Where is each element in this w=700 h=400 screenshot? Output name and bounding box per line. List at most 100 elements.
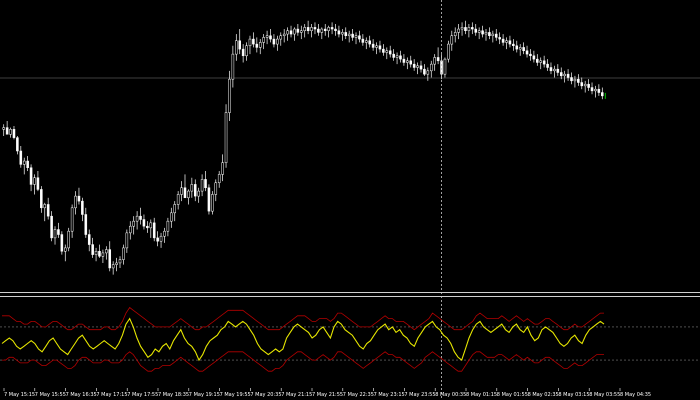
candle-body — [553, 68, 556, 72]
candle-body — [344, 32, 348, 36]
candle-body — [443, 58, 447, 75]
candle-body — [368, 40, 371, 45]
candle-body — [152, 222, 156, 239]
candle-body — [460, 27, 464, 30]
candle-body — [501, 38, 505, 43]
candle-body — [91, 244, 94, 255]
candle-body — [392, 53, 395, 58]
candle-body — [570, 77, 573, 82]
candle-body — [108, 249, 112, 269]
candle-body — [94, 250, 98, 255]
candle-body — [505, 40, 508, 43]
time-axis-label: 7 May 20:35 — [250, 392, 281, 398]
candle-body — [453, 32, 457, 36]
candle-body — [481, 30, 484, 35]
candle-body — [46, 204, 50, 217]
candle-body — [258, 42, 262, 48]
candle-body — [522, 47, 525, 52]
candle-body — [494, 33, 498, 38]
candle-body — [139, 215, 142, 220]
candle-body — [289, 30, 293, 35]
candle-body — [193, 184, 197, 197]
candle-body — [323, 28, 327, 31]
candle-body — [556, 68, 560, 73]
candle-body — [231, 53, 235, 80]
chart-canvas[interactable]: 7 May 15:15 7 May 15:55 7 May 16:35 7 May 1… — [0, 0, 700, 400]
trading-chart[interactable]: 7 May 15:15 7 May 15:55 7 May 16:35 7 May 1… — [0, 0, 700, 400]
candle-body — [464, 27, 467, 31]
candle-body — [457, 28, 460, 33]
candle-body — [601, 92, 604, 97]
candle-body — [43, 204, 47, 209]
candle-body — [587, 83, 590, 88]
candle-body — [296, 28, 300, 33]
candle-body — [245, 45, 248, 57]
chart-background — [0, 0, 700, 400]
candle-body — [488, 32, 491, 36]
candle-body — [166, 220, 170, 232]
candle-body — [583, 83, 587, 87]
time-axis-label: 8 May 01:55 — [497, 392, 528, 398]
candle-body — [406, 60, 409, 63]
candle-body — [512, 43, 515, 47]
time-axis-label: 7 May 23:55 — [404, 392, 435, 398]
time-axis-label: 7 May 16:35 — [66, 392, 97, 398]
candle-body — [385, 50, 389, 53]
candle-body — [235, 40, 238, 55]
time-axis-label: 7 May 17:15 — [96, 392, 127, 398]
time-axis-label: 7 May 15:15 — [4, 392, 35, 398]
candle-body — [498, 37, 501, 40]
candle-body — [146, 225, 149, 229]
candle-body — [484, 32, 488, 35]
candle-body — [477, 30, 481, 33]
candle-body — [170, 212, 173, 222]
candle-body — [122, 247, 125, 260]
candle-body — [9, 129, 12, 135]
candle-body — [436, 57, 440, 62]
candle-body — [536, 58, 539, 63]
candle-body — [16, 137, 19, 152]
candle-body — [118, 259, 122, 264]
candle-body — [546, 63, 549, 68]
candle-body — [416, 65, 419, 68]
time-axis-label: 8 May 02:35 — [528, 392, 559, 398]
candle-body — [341, 32, 344, 35]
candle-body — [529, 53, 532, 57]
candle-body — [262, 37, 265, 43]
time-axis-label: 7 May 21:15 — [281, 392, 312, 398]
time-axis-label: 8 May 01:15 — [466, 392, 497, 398]
candle-body — [87, 234, 91, 245]
candle-body — [132, 220, 135, 227]
candle-body — [382, 48, 385, 53]
candle-body — [330, 27, 334, 30]
candle-body — [224, 112, 228, 163]
candle-body — [22, 160, 26, 165]
candle-body — [221, 162, 224, 175]
candle-body — [426, 70, 430, 75]
candle-body — [163, 230, 166, 237]
candle-body — [566, 73, 570, 78]
candle-body — [156, 237, 159, 242]
candle-body — [64, 247, 67, 252]
time-axis-label: 7 May 15:55 — [35, 392, 66, 398]
candle-body — [293, 28, 296, 35]
candle-body — [310, 27, 313, 31]
candle-body — [395, 55, 399, 58]
candle-body — [354, 35, 358, 38]
candle-body — [159, 235, 163, 242]
time-axis-label: 7 May 22:35 — [343, 392, 374, 398]
candle-body — [255, 43, 259, 48]
time-axis-label: 7 May 17:55 — [127, 392, 158, 398]
candle-body — [447, 43, 450, 60]
candle-body — [320, 28, 324, 33]
candle-body — [577, 78, 580, 83]
candle-body — [433, 57, 436, 65]
candle-body — [204, 179, 207, 189]
candle-body — [149, 222, 153, 229]
candle-body — [347, 33, 351, 36]
candle-body — [300, 30, 303, 33]
candle-body — [306, 27, 310, 31]
candle-body — [515, 45, 519, 50]
candle-body — [40, 189, 43, 209]
candle-body — [57, 229, 60, 235]
